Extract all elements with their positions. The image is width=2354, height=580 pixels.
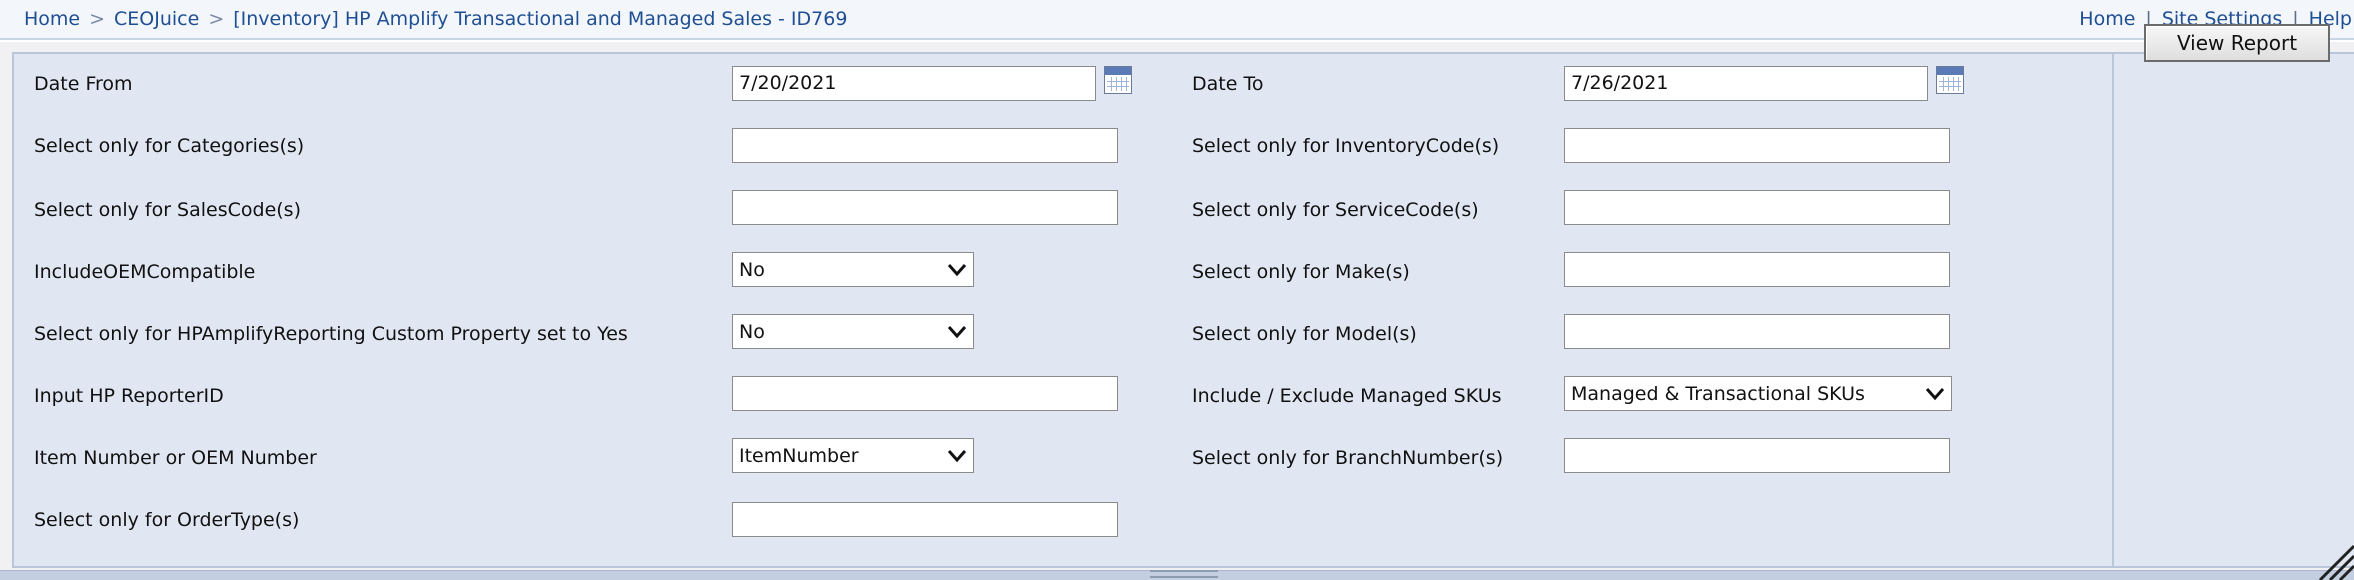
item-or-oem-value: ItemNumber: [739, 444, 859, 467]
include-oem-compatible-label: IncludeOEMCompatible: [34, 261, 256, 283]
breadcrumb: Home > CEOJuice > [Inventory] HP Amplify…: [24, 8, 847, 30]
sales-codes-input[interactable]: [732, 190, 1118, 225]
view-report-button[interactable]: View Report: [2144, 24, 2330, 62]
date-from-input[interactable]: 7/20/2021: [732, 66, 1096, 101]
managed-skus-label: Include / Exclude Managed SKUs: [1192, 385, 1502, 407]
sales-codes-label: Select only for SalesCode(s): [34, 199, 301, 221]
top-nav-bar: Home > CEOJuice > [Inventory] HP Amplify…: [0, 0, 2354, 40]
makes-label: Select only for Make(s): [1192, 261, 1410, 283]
models-input[interactable]: [1564, 314, 1950, 349]
splitter-grip-icon[interactable]: [1150, 570, 1218, 578]
chevron-down-icon: [947, 449, 967, 462]
managed-skus-select[interactable]: Managed & Transactional SKUs: [1564, 376, 1952, 411]
view-report-pane: [2114, 52, 2354, 568]
branch-numbers-label: Select only for BranchNumber(s): [1192, 447, 1504, 469]
chevron-down-icon: [947, 263, 967, 276]
hp-amplify-reporting-label: Select only for HPAmplifyReporting Custo…: [34, 323, 628, 345]
managed-skus-value: Managed & Transactional SKUs: [1571, 382, 1865, 405]
breadcrumb-report-link[interactable]: [Inventory] HP Amplify Transactional and…: [233, 8, 847, 30]
inventory-codes-input[interactable]: [1564, 128, 1950, 163]
categories-label: Select only for Categories(s): [34, 135, 305, 157]
order-types-input[interactable]: [732, 502, 1118, 537]
include-oem-compatible-value: No: [739, 258, 765, 281]
models-label: Select only for Model(s): [1192, 323, 1417, 345]
item-or-oem-select[interactable]: ItemNumber: [732, 438, 974, 473]
hp-reporter-id-input[interactable]: [732, 376, 1118, 411]
hp-amplify-reporting-value: No: [739, 320, 765, 343]
item-or-oem-label: Item Number or OEM Number: [34, 447, 317, 469]
home-link[interactable]: Home: [2079, 8, 2135, 30]
breadcrumb-ceojuice-link[interactable]: CEOJuice: [114, 8, 199, 30]
date-to-input[interactable]: 7/26/2021: [1564, 66, 1928, 101]
service-codes-input[interactable]: [1564, 190, 1950, 225]
chevron-down-icon: [947, 325, 967, 338]
resize-grip-icon[interactable]: [2314, 536, 2354, 580]
service-codes-label: Select only for ServiceCode(s): [1192, 199, 1479, 221]
breadcrumb-separator: >: [208, 8, 225, 30]
include-oem-compatible-select[interactable]: No: [732, 252, 974, 287]
calendar-icon[interactable]: [1104, 66, 1132, 94]
breadcrumb-separator: >: [89, 8, 106, 30]
order-types-label: Select only for OrderType(s): [34, 509, 300, 531]
hp-amplify-reporting-select[interactable]: No: [732, 314, 974, 349]
chevron-down-icon: [1925, 387, 1945, 400]
categories-input[interactable]: [732, 128, 1118, 163]
calendar-icon[interactable]: [1936, 66, 1964, 94]
date-to-label: Date To: [1192, 73, 1264, 95]
report-parameter-area: [0, 42, 2354, 580]
date-from-label: Date From: [34, 73, 133, 95]
inventory-codes-label: Select only for InventoryCode(s): [1192, 135, 1500, 157]
hp-reporter-id-label: Input HP ReporterID: [34, 385, 224, 407]
makes-input[interactable]: [1564, 252, 1950, 287]
breadcrumb-home-link[interactable]: Home: [24, 8, 80, 30]
branch-numbers-input[interactable]: [1564, 438, 1950, 473]
